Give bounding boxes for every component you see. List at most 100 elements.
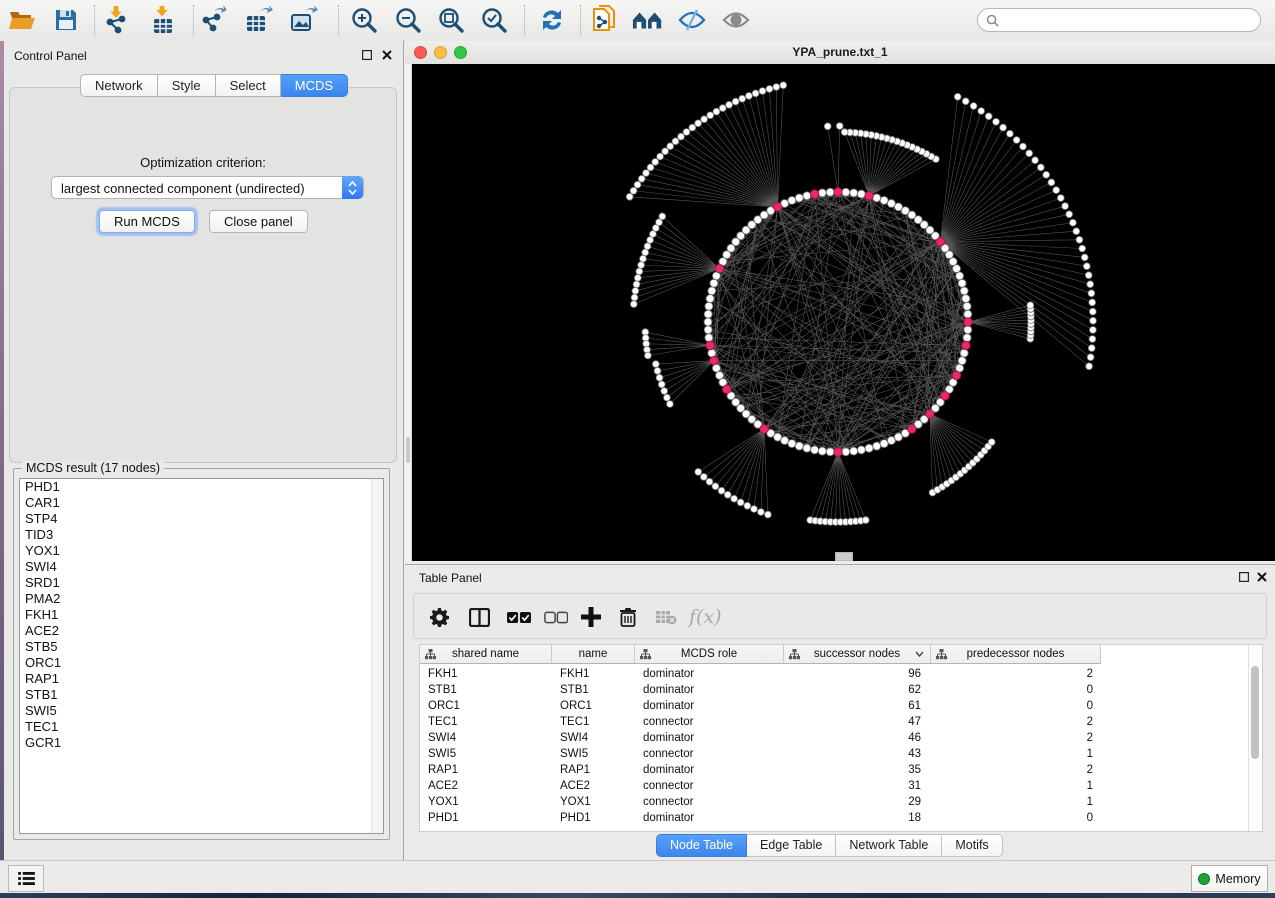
mcds-result-item[interactable]: STB1 <box>20 687 383 703</box>
table-cell[interactable]: 1 <box>931 794 1101 810</box>
share-document-icon[interactable] <box>588 4 620 36</box>
table-cell[interactable]: 18 <box>784 810 931 826</box>
deselect-all-icon[interactable] <box>544 603 568 631</box>
tab-style[interactable]: Style <box>158 74 216 97</box>
table-cell[interactable]: dominator <box>635 682 784 698</box>
close-panel-icon[interactable] <box>381 49 393 61</box>
settings-gear-icon[interactable] <box>430 603 449 631</box>
tab-network[interactable]: Network <box>80 74 158 97</box>
float-panel-icon[interactable] <box>1238 571 1250 583</box>
table-cell[interactable]: 43 <box>784 746 931 762</box>
table-cell[interactable]: 35 <box>784 762 931 778</box>
table-cell[interactable]: dominator <box>635 666 784 682</box>
table-cell[interactable]: STB1 <box>420 682 552 698</box>
save-icon[interactable] <box>50 4 82 36</box>
show-graphics-details-icon[interactable] <box>720 4 752 36</box>
tab-select[interactable]: Select <box>216 74 281 97</box>
table-cell[interactable]: 61 <box>784 698 931 714</box>
mcds-result-item[interactable]: YOX1 <box>20 543 383 559</box>
table-cell[interactable]: RAP1 <box>420 762 552 778</box>
network-horizontal-scrollbar-thumb[interactable] <box>835 552 853 561</box>
scrollbar-thumb[interactable] <box>1251 666 1259 759</box>
mcds-result-item[interactable]: SWI4 <box>20 559 383 575</box>
mcds-result-item[interactable]: SWI5 <box>20 703 383 719</box>
mcds-result-item[interactable]: CAR1 <box>20 495 383 511</box>
node-table[interactable]: shared namenameMCDS rolesuccessor nodesp… <box>419 644 1263 832</box>
hide-graphics-details-icon[interactable] <box>676 4 708 36</box>
export-image-icon[interactable] <box>288 4 320 36</box>
task-history-button[interactable] <box>8 865 44 892</box>
mcds-result-item[interactable]: PHD1 <box>20 479 383 495</box>
tab-node-table[interactable]: Node Table <box>656 834 747 857</box>
table-cell[interactable]: connector <box>635 746 784 762</box>
table-cell[interactable]: SWI5 <box>420 746 552 762</box>
mcds-result-item[interactable]: PMA2 <box>20 591 383 607</box>
table-cell[interactable]: connector <box>635 714 784 730</box>
table-cell[interactable]: connector <box>635 794 784 810</box>
table-cell[interactable]: FKH1 <box>552 666 635 682</box>
table-cell[interactable]: SWI4 <box>552 730 635 746</box>
table-cell[interactable]: TEC1 <box>420 714 552 730</box>
select-all-icon[interactable] <box>507 603 531 631</box>
table-cell[interactable]: ACE2 <box>552 778 635 794</box>
split-panel-icon[interactable] <box>469 603 490 631</box>
overview-houses-icon[interactable] <box>632 4 664 36</box>
mcds-result-item[interactable]: TID3 <box>20 527 383 543</box>
column-header-successor-nodes[interactable]: successor nodes <box>784 645 931 664</box>
open-file-icon[interactable] <box>6 4 38 36</box>
table-cell[interactable]: 2 <box>931 666 1101 682</box>
mcds-result-item[interactable]: ACE2 <box>20 623 383 639</box>
mcds-result-item[interactable]: STP4 <box>20 511 383 527</box>
column-header-MCDS-role[interactable]: MCDS role <box>635 645 784 664</box>
table-cell[interactable]: 46 <box>784 730 931 746</box>
column-header-name[interactable]: name <box>552 645 635 664</box>
add-icon[interactable] <box>581 603 601 631</box>
network-window-titlebar[interactable]: YPA_prune.txt_1 <box>405 41 1275 65</box>
criterion-dropdown[interactable]: largest connected component (undirected) <box>51 176 364 199</box>
table-cell[interactable]: SWI5 <box>552 746 635 762</box>
table-cell[interactable]: dominator <box>635 810 784 826</box>
tab-network-table[interactable]: Network Table <box>836 834 942 857</box>
column-header-predecessor-nodes[interactable]: predecessor nodes <box>931 645 1101 664</box>
table-cell[interactable]: 0 <box>931 682 1101 698</box>
table-cell[interactable]: ACE2 <box>420 778 552 794</box>
table-cell[interactable]: 1 <box>931 778 1101 794</box>
table-cell[interactable]: dominator <box>635 762 784 778</box>
table-cell[interactable]: 1 <box>931 746 1101 762</box>
table-cell[interactable]: 2 <box>931 762 1101 778</box>
delete-icon[interactable] <box>619 603 637 631</box>
scrollbar-thumb[interactable] <box>406 437 410 463</box>
mcds-result-item[interactable]: TEC1 <box>20 719 383 735</box>
table-cell[interactable]: 2 <box>931 714 1101 730</box>
zoom-selected-icon[interactable] <box>478 4 510 36</box>
table-cell[interactable]: 47 <box>784 714 931 730</box>
run-mcds-button[interactable]: Run MCDS <box>99 210 195 233</box>
table-cell[interactable]: 31 <box>784 778 931 794</box>
table-cell[interactable]: TEC1 <box>552 714 635 730</box>
zoom-fit-icon[interactable] <box>435 4 467 36</box>
result-scrollbar[interactable] <box>371 479 383 833</box>
close-panel-button[interactable]: Close panel <box>209 210 308 233</box>
mcds-result-item[interactable]: STB5 <box>20 639 383 655</box>
import-table-icon[interactable] <box>147 4 179 36</box>
table-cell[interactable]: PHD1 <box>420 810 552 826</box>
table-cell[interactable]: PHD1 <box>552 810 635 826</box>
tab-motifs[interactable]: Motifs <box>942 834 1002 857</box>
mcds-result-item[interactable]: RAP1 <box>20 671 383 687</box>
table-cell[interactable]: 0 <box>931 698 1101 714</box>
table-cell[interactable]: 29 <box>784 794 931 810</box>
mcds-result-item[interactable]: ORC1 <box>20 655 383 671</box>
mcds-result-item[interactable]: SRD1 <box>20 575 383 591</box>
mcds-result-item[interactable]: FKH1 <box>20 607 383 623</box>
mcds-result-item[interactable]: GCR1 <box>20 735 383 751</box>
network-vertical-scrollbar[interactable] <box>405 64 412 561</box>
zoom-in-icon[interactable] <box>348 4 380 36</box>
table-cell[interactable]: 62 <box>784 682 931 698</box>
table-cell[interactable]: ORC1 <box>552 698 635 714</box>
table-cell[interactable]: ORC1 <box>420 698 552 714</box>
close-panel-icon[interactable] <box>1256 571 1268 583</box>
memory-button[interactable]: Memory <box>1191 865 1268 892</box>
table-scrollbar[interactable] <box>1248 645 1262 831</box>
search-box[interactable] <box>977 8 1261 32</box>
network-canvas[interactable] <box>405 64 1275 561</box>
